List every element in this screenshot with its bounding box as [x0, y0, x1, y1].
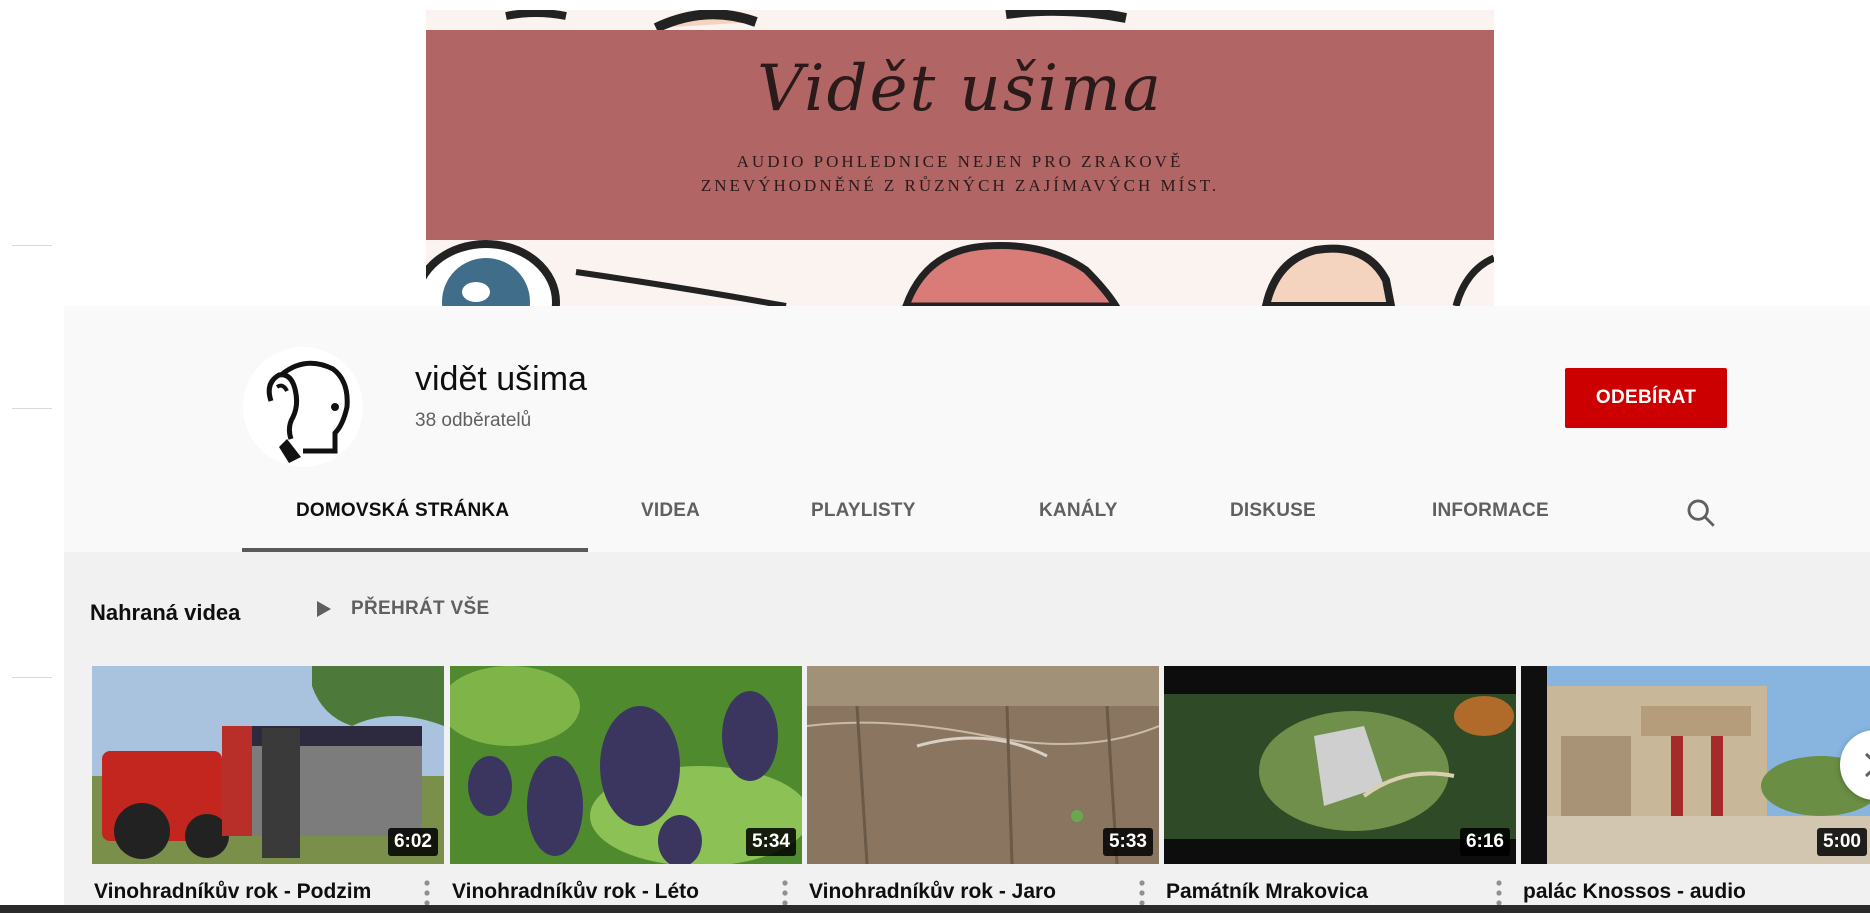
tab-home[interactable]: DOMOVSKÁ STRÁNKA — [296, 500, 509, 522]
video-card[interactable]: 6:16 Památník Mrakovica — [1164, 666, 1516, 906]
sidebar-divider — [12, 245, 52, 246]
tab-playlists[interactable]: PLAYLISTY — [811, 500, 916, 522]
video-duration: 5:34 — [745, 828, 796, 856]
sidebar-divider — [12, 408, 52, 409]
video-title[interactable]: palác Knossos - audio — [1523, 878, 1833, 906]
channel-banner: Vidět ušima AUDIO POHLEDNICE NEJEN PRO Z… — [426, 10, 1494, 306]
video-duration: 6:02 — [387, 828, 438, 856]
banner-subtitle: AUDIO POHLEDNICE NEJEN PRO ZRAKOVĚ ZNEVÝ… — [426, 150, 1494, 198]
channel-tabs: DOMOVSKÁ STRÁNKA VIDEA PLAYLISTY KANÁLY … — [64, 470, 1870, 552]
video-card[interactable]: 6:02 Vinohradníkův rok - Podzim — [92, 666, 444, 906]
youtube-channel-page: Vidět ušima AUDIO POHLEDNICE NEJEN PRO Z… — [0, 0, 1870, 913]
video-thumbnail[interactable]: 6:02 — [92, 666, 444, 864]
tab-channels[interactable]: KANÁLY — [1039, 500, 1118, 522]
section-title: Nahraná videa — [90, 600, 241, 625]
video-duration: 6:16 — [1459, 828, 1510, 856]
banner-title: Vidět ušima — [757, 52, 1163, 126]
video-duration: 5:00 — [1816, 828, 1867, 856]
video-title[interactable]: Vinohradníkův rok - Léto — [452, 878, 762, 906]
video-duration: 5:33 — [1102, 828, 1153, 856]
search-icon[interactable] — [1684, 496, 1718, 530]
channel-name: vidět ušima — [415, 360, 587, 398]
sidebar-divider — [12, 677, 52, 678]
video-thumbnail[interactable]: 6:16 — [1164, 666, 1516, 864]
video-thumbnail[interactable]: 5:00 — [1521, 666, 1870, 864]
listening-face-icon — [243, 347, 363, 467]
tab-about[interactable]: INFORMACE — [1432, 500, 1549, 522]
video-thumbnail[interactable]: 5:33 — [807, 666, 1159, 864]
video-thumbnail[interactable]: 5:34 — [450, 666, 802, 864]
video-card[interactable]: 5:33 Vinohradníkův rok - Jaro — [807, 666, 1159, 906]
video-card[interactable]: 5:34 Vinohradníkův rok - Léto — [450, 666, 802, 906]
video-card[interactable]: 5:00 palác Knossos - audio — [1521, 666, 1870, 903]
tab-videos[interactable]: VIDEA — [641, 500, 700, 522]
channel-avatar[interactable] — [243, 347, 363, 467]
video-title[interactable]: Vinohradníkův rok - Podzim — [94, 878, 404, 906]
banner-subtitle-line: ZNEVÝHODNĚNÉ Z RŮZNÝCH ZAJÍMAVÝCH MÍST. — [700, 176, 1220, 195]
subscriber-count: 38 odběratelů — [415, 410, 532, 431]
play-icon — [317, 601, 331, 617]
tab-discussion[interactable]: DISKUSE — [1230, 500, 1316, 522]
subscribe-button[interactable]: ODEBÍRAT — [1565, 368, 1727, 428]
play-all-label: PŘEHRÁT VŠE — [351, 598, 490, 619]
banner-subtitle-line: AUDIO POHLEDNICE NEJEN PRO ZRAKOVĚ — [736, 152, 1184, 171]
bottom-edge-bar — [0, 905, 1870, 913]
video-title[interactable]: Vinohradníkův rok - Jaro — [809, 878, 1119, 906]
play-all-button[interactable]: PŘEHRÁT VŠE — [315, 598, 489, 620]
video-title[interactable]: Památník Mrakovica — [1166, 878, 1476, 906]
